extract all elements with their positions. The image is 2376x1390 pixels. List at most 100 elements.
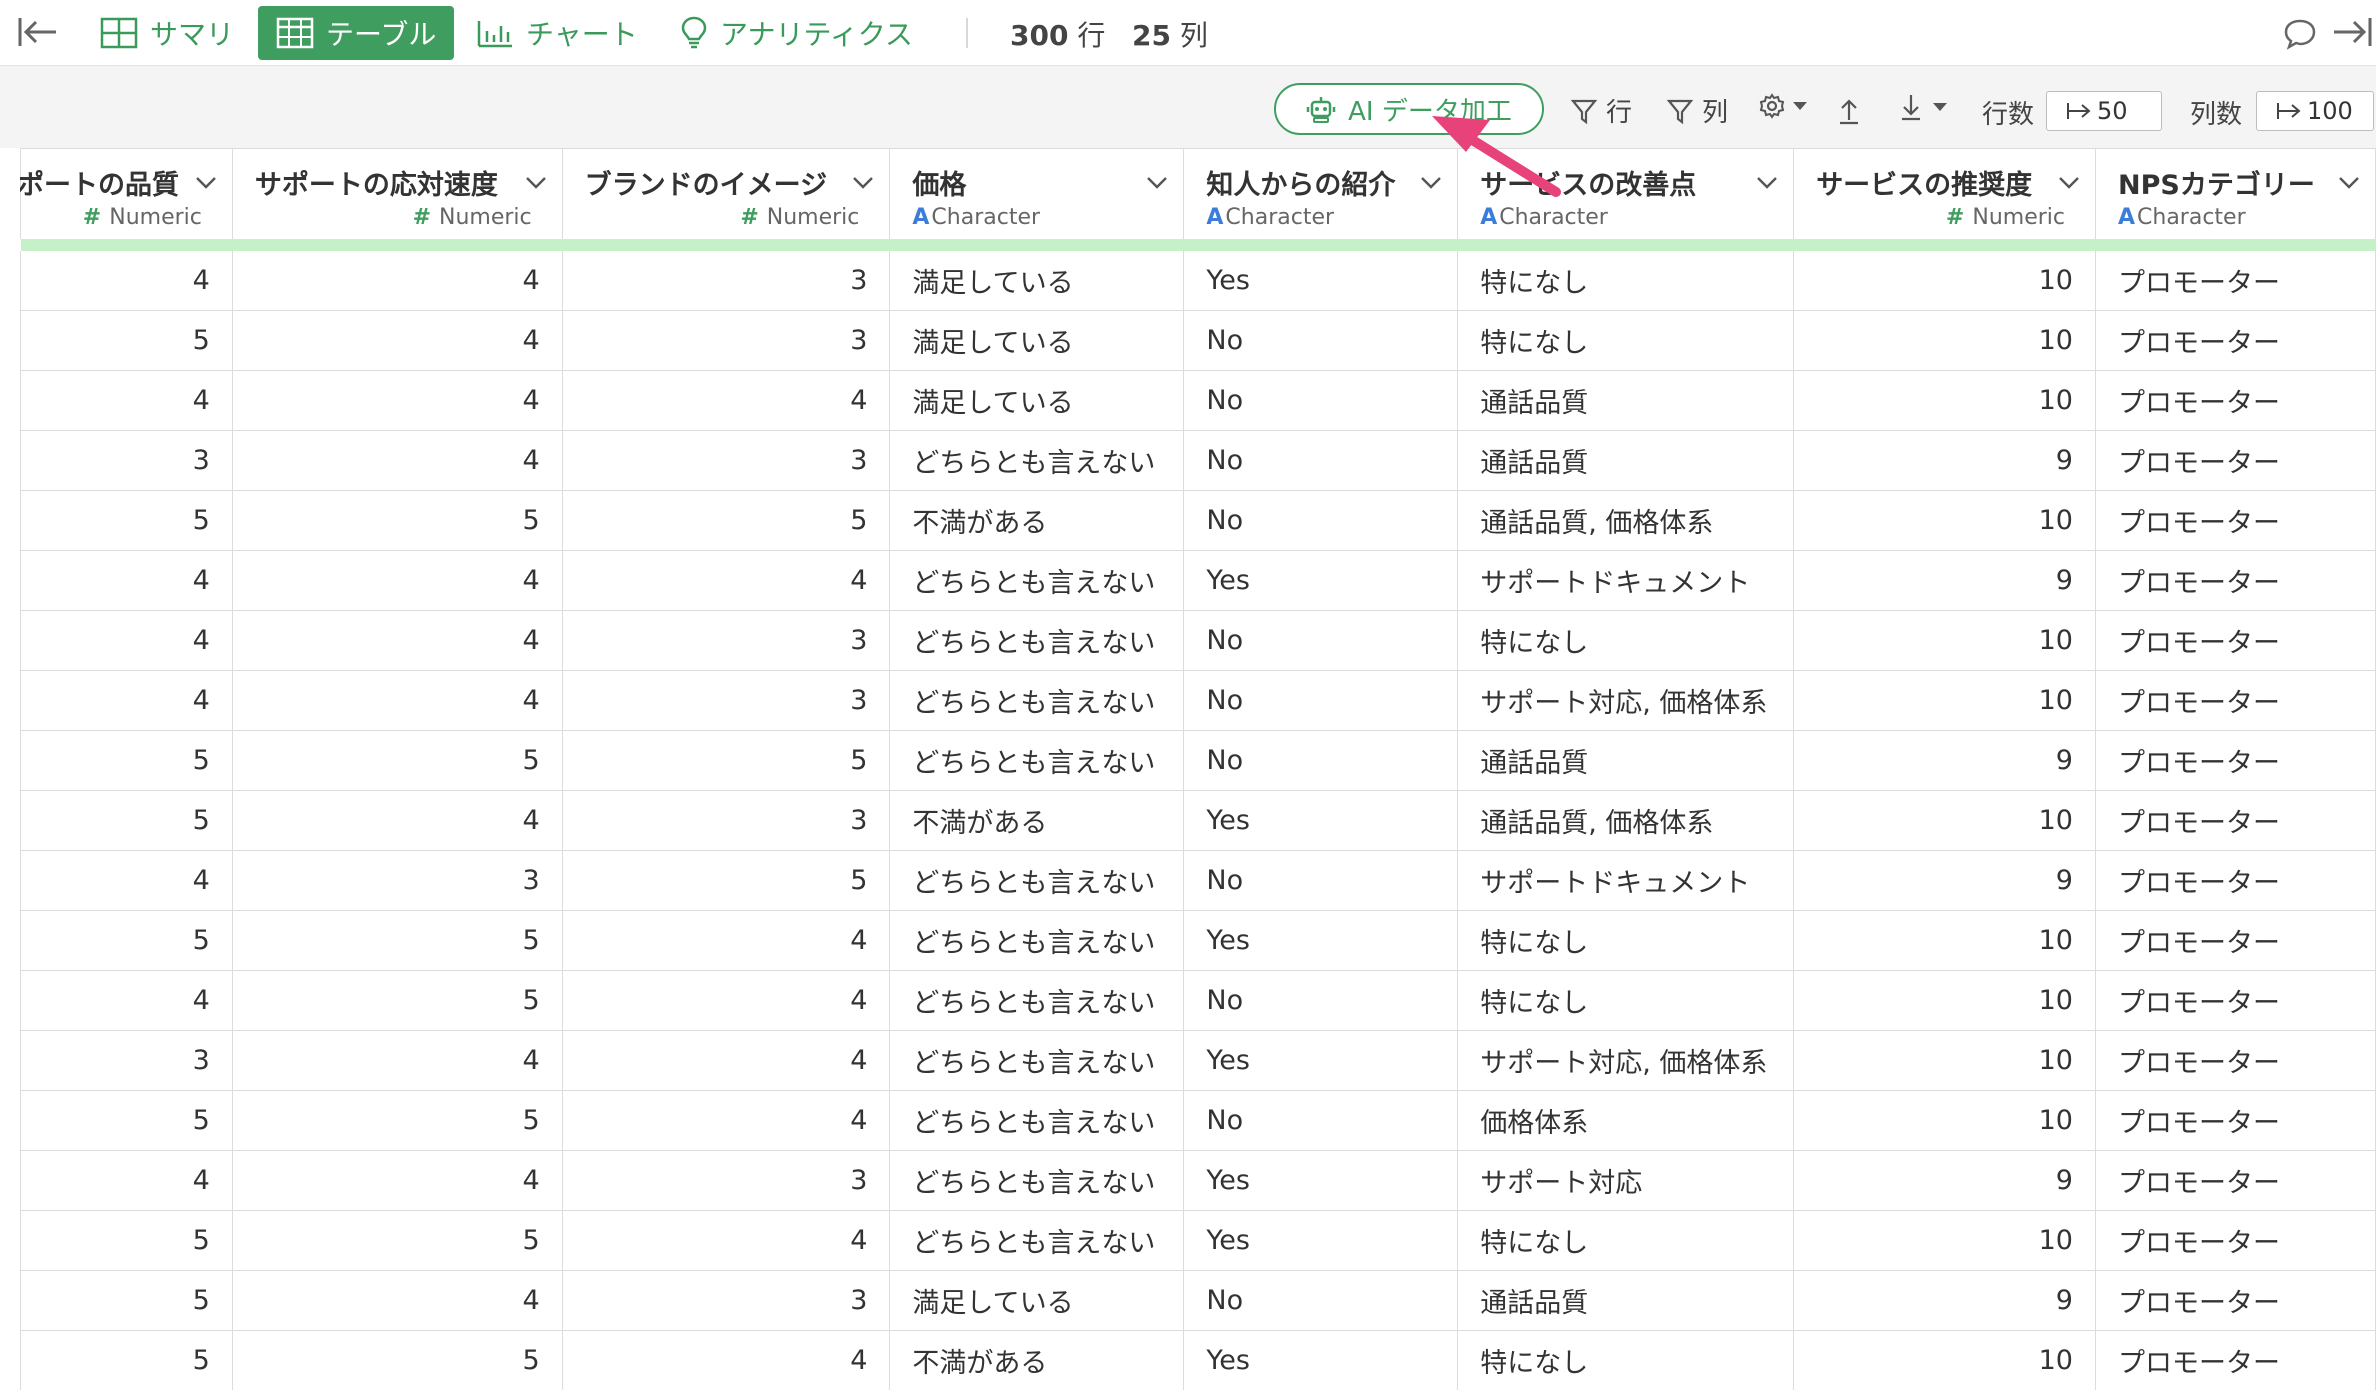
chevron-down-icon[interactable] bbox=[194, 175, 218, 191]
table-row[interactable]: 5 4 3 不満がある Yes 通話品質, 価格体系 10 プロモーター bbox=[20, 790, 2376, 851]
table-cell[interactable]: No bbox=[1183, 730, 1459, 791]
table-cell[interactable]: 4 bbox=[562, 1330, 891, 1390]
chevron-down-icon[interactable] bbox=[2057, 175, 2081, 191]
chevron-down-icon[interactable] bbox=[1419, 175, 1443, 191]
column-header[interactable]: ブランドのイメージ # Numeric bbox=[562, 148, 891, 239]
table-cell[interactable]: サポート対応, 価格体系 bbox=[1457, 670, 1795, 731]
table-cell[interactable]: 4 bbox=[232, 610, 563, 671]
table-row[interactable]: 4 4 3 満足している Yes 特になし 10 プロモーター bbox=[20, 250, 2376, 311]
table-cell[interactable]: 5 bbox=[232, 730, 563, 791]
table-cell[interactable]: どちらとも言えない bbox=[889, 1150, 1185, 1211]
table-cell[interactable]: 4 bbox=[20, 670, 233, 731]
comment-icon[interactable] bbox=[2282, 16, 2318, 50]
tab-table[interactable]: テーブル bbox=[258, 6, 455, 60]
table-cell[interactable]: 5 bbox=[562, 730, 891, 791]
table-cell[interactable]: 3 bbox=[562, 430, 891, 491]
table-cell[interactable]: 4 bbox=[232, 310, 563, 371]
column-filter-button[interactable]: 列 bbox=[1666, 92, 1728, 129]
table-cell[interactable]: 5 bbox=[232, 1210, 563, 1271]
table-cell[interactable]: プロモーター bbox=[2095, 610, 2376, 671]
table-cell[interactable]: プロモーター bbox=[2095, 1210, 2376, 1271]
table-cell[interactable]: プロモーター bbox=[2095, 250, 2376, 311]
table-cell[interactable]: 通話品質, 価格体系 bbox=[1457, 490, 1795, 551]
table-cell[interactable]: 特になし bbox=[1457, 250, 1795, 311]
table-cell[interactable]: 4 bbox=[562, 1210, 891, 1271]
table-cell[interactable]: Yes bbox=[1183, 1330, 1459, 1390]
table-cell[interactable]: No bbox=[1183, 1090, 1459, 1151]
table-cell[interactable]: プロモーター bbox=[2095, 670, 2376, 731]
table-cell[interactable]: 通話品質 bbox=[1457, 370, 1795, 431]
column-header[interactable]: NPSカテゴリー ACharacter bbox=[2095, 148, 2376, 239]
table-cell[interactable]: どちらとも言えない bbox=[889, 910, 1185, 971]
table-cell[interactable]: 5 bbox=[232, 910, 563, 971]
table-cell[interactable]: 4 bbox=[232, 1270, 563, 1331]
table-cell[interactable]: 不満がある bbox=[889, 490, 1185, 551]
column-header[interactable]: サポートの応対速度 # Numeric bbox=[232, 148, 563, 239]
table-cell[interactable]: 特になし bbox=[1457, 910, 1795, 971]
table-row[interactable]: 5 5 5 どちらとも言えない No 通話品質 9 プロモーター bbox=[20, 730, 2376, 791]
chevron-down-icon[interactable] bbox=[851, 175, 875, 191]
table-cell[interactable]: 不満がある bbox=[889, 1330, 1185, 1390]
table-cell[interactable]: Yes bbox=[1183, 1150, 1459, 1211]
chevron-down-icon[interactable] bbox=[2337, 175, 2361, 191]
table-cell[interactable]: No bbox=[1183, 970, 1459, 1031]
table-cell[interactable]: プロモーター bbox=[2095, 790, 2376, 851]
column-header[interactable]: サービスの改善点 ACharacter bbox=[1457, 148, 1795, 239]
table-cell[interactable]: サポートドキュメント bbox=[1457, 550, 1795, 611]
table-row[interactable]: 5 5 5 不満がある No 通話品質, 価格体系 10 プロモーター bbox=[20, 490, 2376, 551]
table-cell[interactable]: 9 bbox=[1793, 1150, 2096, 1211]
table-cell[interactable]: 4 bbox=[232, 790, 563, 851]
chevron-down-icon[interactable] bbox=[1145, 175, 1169, 191]
table-cell[interactable]: 9 bbox=[1793, 850, 2096, 911]
table-cell[interactable]: 10 bbox=[1793, 1210, 2096, 1271]
table-cell[interactable]: 5 bbox=[562, 490, 891, 551]
arrow-up-icon[interactable] bbox=[1836, 96, 1862, 126]
table-cell[interactable]: プロモーター bbox=[2095, 1030, 2376, 1091]
tab-summary[interactable]: サマリ bbox=[100, 6, 234, 60]
table-cell[interactable]: 5 bbox=[20, 910, 233, 971]
table-cell[interactable]: 3 bbox=[20, 430, 233, 491]
table-cell[interactable]: 10 bbox=[1793, 250, 2096, 311]
table-row[interactable]: 5 5 4 どちらとも言えない Yes 特になし 10 プロモーター bbox=[20, 1210, 2376, 1271]
table-cell[interactable]: 9 bbox=[1793, 1270, 2096, 1331]
table-cell[interactable]: 4 bbox=[562, 1090, 891, 1151]
column-header[interactable]: 知人からの紹介 ACharacter bbox=[1183, 148, 1459, 239]
ai-data-wrangling-button[interactable]: AI データ加工 bbox=[1274, 83, 1544, 135]
chevron-down-icon[interactable] bbox=[524, 175, 548, 191]
table-cell[interactable]: どちらとも言えない bbox=[889, 670, 1185, 731]
table-cell[interactable]: 3 bbox=[562, 790, 891, 851]
tab-chart[interactable]: チャート bbox=[476, 6, 638, 60]
table-cell[interactable]: 5 bbox=[20, 1330, 233, 1390]
table-cell[interactable]: どちらとも言えない bbox=[889, 970, 1185, 1031]
table-cell[interactable]: 4 bbox=[20, 970, 233, 1031]
table-cell[interactable]: 9 bbox=[1793, 730, 2096, 791]
table-cell[interactable]: 10 bbox=[1793, 670, 2096, 731]
column-header[interactable]: 価格 ACharacter bbox=[889, 148, 1185, 239]
table-cell[interactable]: プロモーター bbox=[2095, 1270, 2376, 1331]
table-cell[interactable]: 通話品質 bbox=[1457, 730, 1795, 791]
table-cell[interactable]: 9 bbox=[1793, 430, 2096, 491]
table-cell[interactable]: 10 bbox=[1793, 610, 2096, 671]
table-cell[interactable]: どちらとも言えない bbox=[889, 1210, 1185, 1271]
table-cell[interactable]: 通話品質, 価格体系 bbox=[1457, 790, 1795, 851]
tab-analytics[interactable]: アナリティクス bbox=[680, 6, 913, 60]
table-cell[interactable]: 3 bbox=[562, 670, 891, 731]
table-cell[interactable]: 4 bbox=[232, 370, 563, 431]
table-cell[interactable]: 4 bbox=[232, 550, 563, 611]
table-cell[interactable]: 4 bbox=[232, 430, 563, 491]
table-cell[interactable]: 4 bbox=[232, 670, 563, 731]
table-cell[interactable]: プロモーター bbox=[2095, 730, 2376, 791]
table-cell[interactable]: 満足している bbox=[889, 250, 1185, 311]
table-cell[interactable]: 10 bbox=[1793, 1030, 2096, 1091]
table-cell[interactable]: 4 bbox=[562, 550, 891, 611]
table-cell[interactable]: 5 bbox=[232, 1330, 563, 1390]
table-cell[interactable]: 満足している bbox=[889, 1270, 1185, 1331]
table-cell[interactable]: 10 bbox=[1793, 310, 2096, 371]
table-cell[interactable]: 3 bbox=[232, 850, 563, 911]
table-cell[interactable]: No bbox=[1183, 1270, 1459, 1331]
table-row[interactable]: 4 5 4 どちらとも言えない No 特になし 10 プロモーター bbox=[20, 970, 2376, 1031]
table-row[interactable]: 5 5 4 どちらとも言えない Yes 特になし 10 プロモーター bbox=[20, 910, 2376, 971]
table-cell[interactable]: プロモーター bbox=[2095, 850, 2376, 911]
table-cell[interactable]: 5 bbox=[20, 310, 233, 371]
chevron-down-icon[interactable] bbox=[1755, 175, 1779, 191]
